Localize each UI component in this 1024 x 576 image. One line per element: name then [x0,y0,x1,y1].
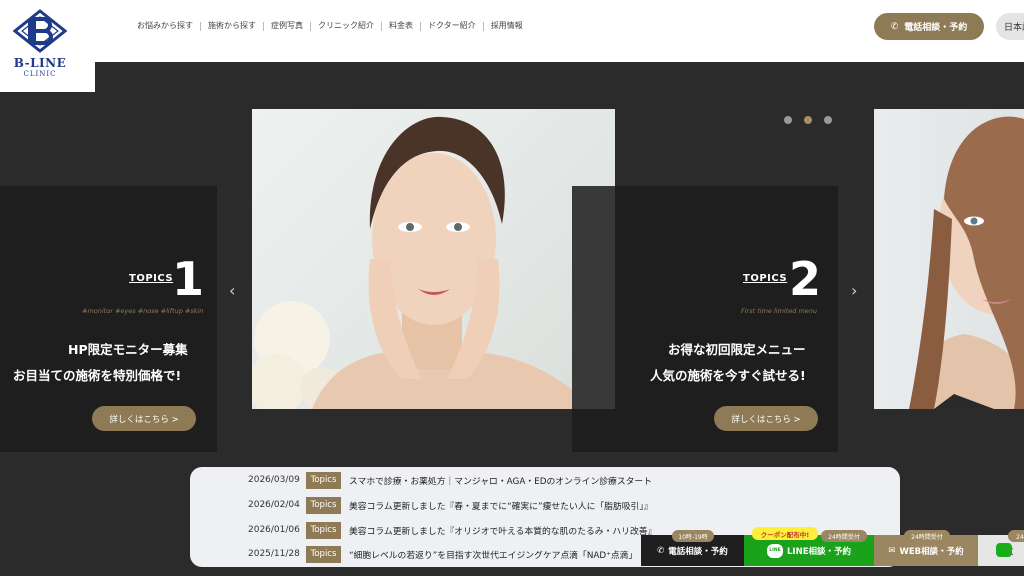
tel-hours-badge: 10時-19時 [672,530,714,542]
main-nav: お悩みから探す 施術から探す 症例写真 クリニック紹介 料金表 ドクター紹介 採… [130,20,530,32]
coupon-badge: クーポン配布中! [752,527,818,540]
topic-detail-button-2[interactable]: 詳しくはこちら > [714,406,818,431]
news-title: 美容コラム更新しました『春・夏までに“確実に”痩せたい人に「脂肪吸引」』 [349,501,653,512]
topic-label-1: TOPICS [129,273,174,284]
topic-line2-1: お目当ての施術を特別価格で! [13,368,182,383]
cn-hours-badge: 24時 [1008,530,1024,542]
card-overlap-shade [572,186,615,409]
line-logo-icon: LINE [767,543,783,558]
nav-item-case-photos[interactable]: 症例写真 [264,20,310,32]
news-date: 2026/03/09 [248,475,300,485]
slider-prev-arrow[interactable]: ‹ [229,281,235,300]
news-row[interactable]: 2026/02/04 Topics 美容コラム更新しました『春・夏までに“確実に… [248,496,653,514]
topic-tags-2: First time limited menu [741,307,818,315]
topic-number-1: 1 [172,252,205,306]
wechat-icon [996,543,1012,557]
news-tag: Topics [306,521,341,539]
nav-item-concerns[interactable]: お悩みから探す [130,20,200,32]
phone-icon: ✆ [890,21,899,32]
topic-line1-2: お得な初回限定メニュー [668,342,806,357]
slider-dot-3[interactable] [824,116,832,124]
topic-line1-1: HP限定モニター募集 [68,342,188,357]
line-hours-badge: 24時間受付 [821,530,867,542]
news-tag: Topics [306,471,341,489]
header-tel-button[interactable]: ✆ 電話相談・予約 [874,13,984,40]
model-portrait-illustration [909,116,1024,409]
news-title: “細胞レベルの若返り”を目指す次世代エイジングケア点滴「NAD⁺点滴」 [349,550,638,561]
site-header: お悩みから探す 施術から探す 症例写真 クリニック紹介 料金表 ドクター紹介 採… [0,0,1024,62]
news-row[interactable]: 2026/03/09 Topics スマホで診療・お薬処方｜マンジャロ・AGA・… [248,471,652,489]
topic-number-2: 2 [789,252,822,306]
news-tag: Topics [306,496,341,514]
nav-item-price[interactable]: 料金表 [382,20,420,32]
slide-photo-next [874,109,1024,409]
nav-item-treatments[interactable]: 施術から探す [201,20,263,32]
news-title: 美容コラム更新しました『オリジオで叶える本質的な肌のたるみ・ハリ改善』 [349,526,657,537]
topic-line2-2: 人気の施術を今すぐ試せる! [650,368,806,383]
news-title: スマホで診療・お薬処方｜マンジャロ・AGA・EDのオンライン診療スタート [349,476,653,487]
news-date: 2025/11/28 [248,549,300,559]
news-date: 2026/02/04 [248,500,300,510]
slider-next-arrow[interactable]: › [851,281,857,300]
news-row[interactable]: 2026/01/06 Topics 美容コラム更新しました『オリジオで叶える本質… [248,521,656,539]
language-label: 日本語 [1004,23,1024,33]
bottom-line-label: LINE相談・予約 [787,546,851,557]
bottom-web-label: WEB相談・予約 [899,546,964,557]
bottom-tel-label: 電話相談・予約 [668,546,728,557]
topic-tags-1: #monitor #eyes #nose #liftup #skin [82,307,204,315]
logo-name: B-LINE [13,56,67,70]
nav-item-doctors[interactable]: ドクター紹介 [421,20,483,32]
news-tag: Topics [306,545,341,563]
news-row[interactable]: 2025/11/28 Topics “細胞レベルの若返り”を目指す次世代エイジン… [248,545,637,563]
logo-subtitle: CLINIC [23,70,57,78]
language-selector[interactable]: 日本語 [996,13,1024,40]
news-date: 2026/01/06 [248,525,300,535]
topic-detail-button-1[interactable]: 詳しくはこちら > [92,406,196,431]
header-tel-label: 電話相談・予約 [904,23,968,33]
nav-item-recruit[interactable]: 採用情報 [484,20,530,32]
slider-dot-1[interactable] [784,116,792,124]
slider-dot-2[interactable] [804,116,812,124]
phone-icon: ✆ [657,545,665,556]
web-hours-badge: 24時間受付 [904,530,950,542]
mail-icon: ✉ [888,545,896,556]
clinic-logo[interactable]: B-LINE CLINIC [0,0,95,92]
topic-label-2: TOPICS [743,273,788,284]
nav-item-clinic[interactable]: クリニック紹介 [311,20,381,32]
slide-photo-model [252,109,615,409]
logo-emblem-icon [13,9,67,53]
model-portrait-illustration [252,116,592,409]
